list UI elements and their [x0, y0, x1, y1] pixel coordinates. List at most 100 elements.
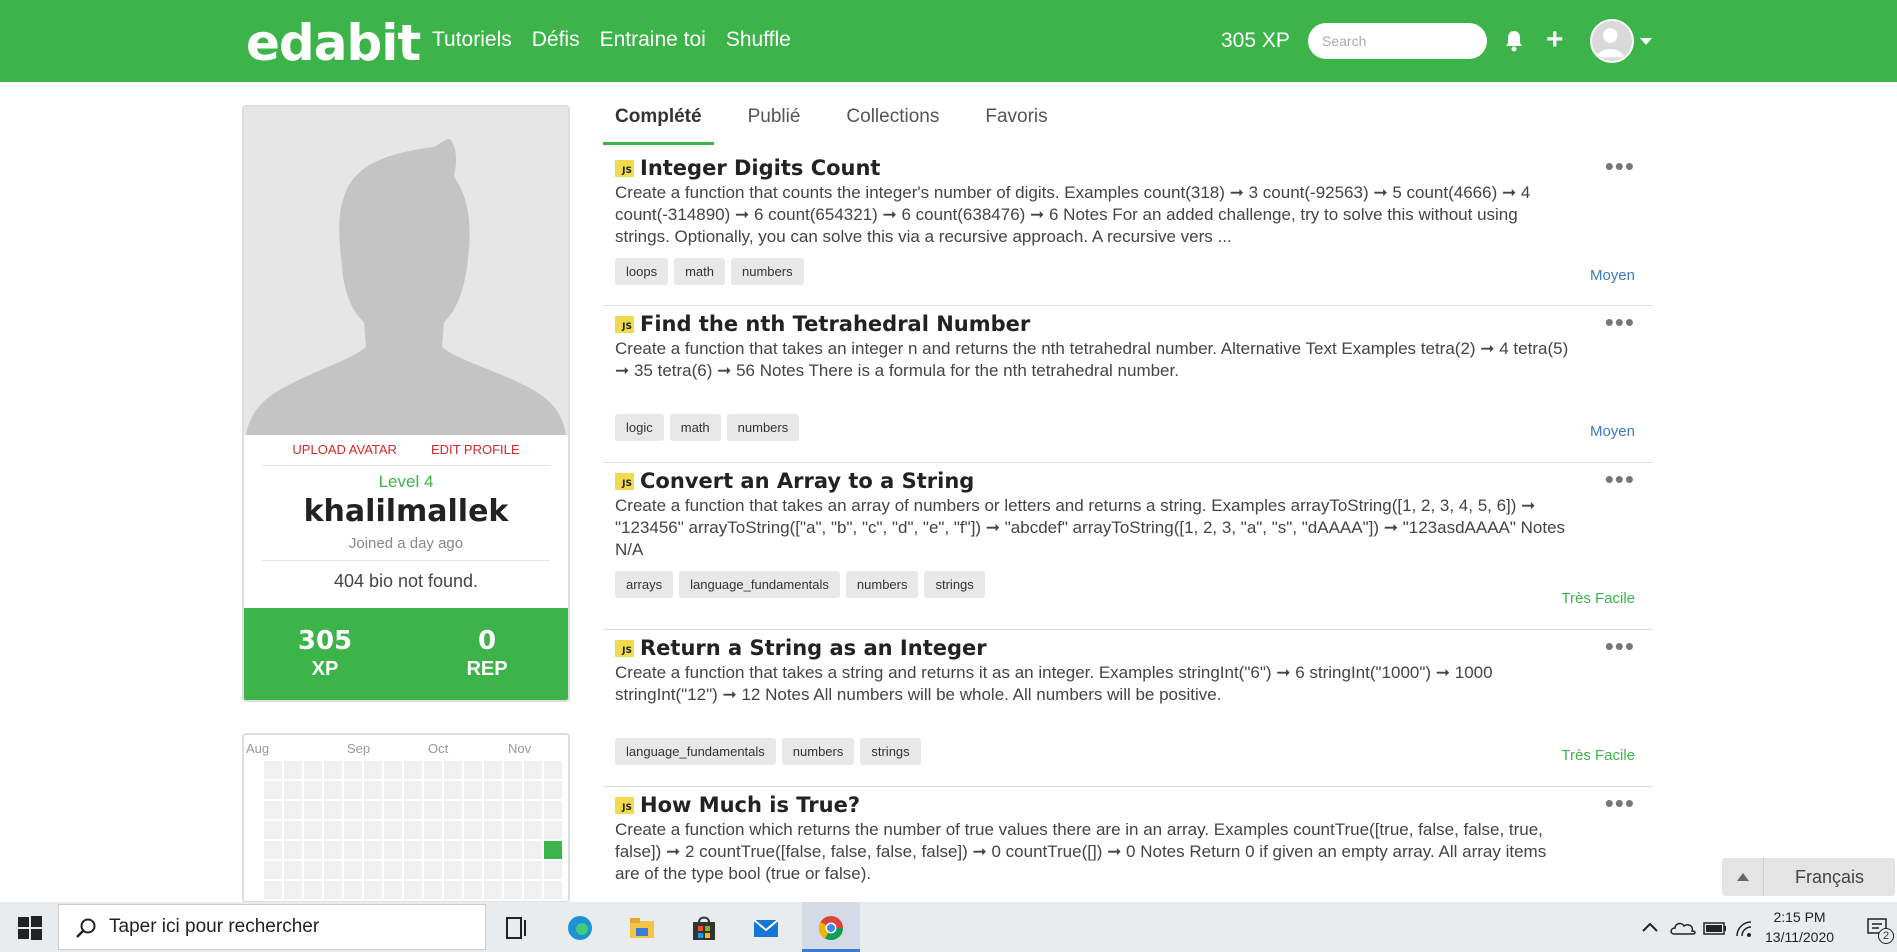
- more-options-icon[interactable]: •••: [1605, 633, 1635, 659]
- list-item[interactable]: JS Convert an Array to a String Create a…: [603, 463, 1653, 630]
- battery-icon[interactable]: [1702, 914, 1728, 942]
- calendar-day: [344, 761, 362, 779]
- username: khalilmallek: [303, 494, 509, 529]
- bell-icon[interactable]: [1504, 30, 1524, 52]
- calendar-day: [484, 821, 502, 839]
- tab-collections[interactable]: Collections: [834, 96, 951, 145]
- joined-date: Joined a day ago: [348, 535, 464, 552]
- calendar-day: [384, 781, 402, 799]
- wifi-icon[interactable]: [1734, 914, 1758, 942]
- calendar-day: [424, 881, 442, 899]
- tag[interactable]: numbers: [781, 738, 855, 765]
- calendar-day: [344, 801, 362, 819]
- calendar-day: [304, 781, 322, 799]
- brand-logo[interactable]: edabit: [246, 14, 421, 72]
- tag[interactable]: language_fundamentals: [615, 738, 776, 765]
- calendar-day: [304, 881, 322, 899]
- tab-complete[interactable]: Complété: [603, 96, 714, 145]
- more-options-icon[interactable]: •••: [1605, 309, 1635, 335]
- nav-link-shuffle[interactable]: Shuffle: [726, 28, 791, 52]
- calendar-day: [424, 761, 442, 779]
- profile-actions: UPLOAD AVATAR EDIT PROFILE: [244, 442, 568, 457]
- javascript-icon: JS: [615, 315, 634, 333]
- calendar-months: Aug Sep Oct Nov: [244, 735, 568, 757]
- calendar-day: [464, 761, 482, 779]
- tag[interactable]: numbers: [845, 571, 919, 598]
- upload-avatar-link[interactable]: UPLOAD AVATAR: [292, 442, 397, 457]
- list-item[interactable]: JS Find the nth Tetrahedral Number Creat…: [603, 306, 1653, 463]
- tag[interactable]: logic: [615, 414, 664, 441]
- language-label[interactable]: Français: [1764, 858, 1895, 896]
- list-item[interactable]: JS Integer Digits Count Create a functio…: [603, 150, 1653, 306]
- calendar-day: [544, 781, 562, 799]
- more-options-icon[interactable]: •••: [1605, 153, 1635, 179]
- list-item[interactable]: JS Return a String as an Integer Create …: [603, 630, 1653, 787]
- plus-icon[interactable]: +: [1546, 25, 1564, 55]
- calendar-day: [324, 841, 342, 859]
- tag[interactable]: math: [669, 414, 721, 441]
- calendar-day: [504, 841, 522, 859]
- nav-link-defis[interactable]: Défis: [532, 28, 580, 52]
- challenge-title[interactable]: Convert an Array to a String: [640, 469, 974, 493]
- calendar-day: [424, 801, 442, 819]
- more-options-icon[interactable]: •••: [1605, 790, 1635, 816]
- calendar-day: [404, 761, 422, 779]
- list-item[interactable]: JS How Much is True? Create a function w…: [603, 787, 1653, 897]
- calendar-day: [404, 821, 422, 839]
- onedrive-icon[interactable]: [1670, 914, 1696, 942]
- calendar-day: [344, 821, 362, 839]
- nav-link-tutoriels[interactable]: Tutoriels: [432, 28, 512, 52]
- calendar-day: [364, 801, 382, 819]
- calendar-day: [264, 801, 282, 819]
- difficulty-label: Moyen: [1589, 423, 1635, 440]
- caret-up-icon[interactable]: [1722, 858, 1764, 896]
- store-icon[interactable]: [690, 914, 718, 942]
- calendar-day: [504, 821, 522, 839]
- caret-down-icon[interactable]: [1640, 38, 1652, 45]
- task-view-icon[interactable]: [504, 914, 532, 942]
- language-selector[interactable]: Français: [1722, 858, 1895, 896]
- taskbar-search[interactable]: Taper ici pour rechercher: [58, 904, 486, 950]
- calendar-day: [444, 841, 462, 859]
- challenge-title[interactable]: Integer Digits Count: [640, 156, 880, 180]
- calendar-day: [384, 841, 402, 859]
- user-level: Level 4: [378, 472, 434, 491]
- calendar-day: [324, 861, 342, 879]
- tag[interactable]: arrays: [615, 571, 674, 598]
- tag[interactable]: numbers: [730, 258, 804, 285]
- calendar-day: [384, 801, 402, 819]
- tab-publie[interactable]: Publié: [736, 96, 813, 145]
- file-explorer-icon[interactable]: [628, 914, 656, 942]
- javascript-icon: JS: [615, 639, 634, 657]
- nav-link-entraine-toi[interactable]: Entraine toi: [600, 28, 706, 52]
- challenge-description: Create a function that takes an integer …: [615, 339, 1569, 380]
- calendar-day: [384, 821, 402, 839]
- challenge-title[interactable]: Return a String as an Integer: [640, 636, 987, 660]
- javascript-icon: JS: [615, 472, 634, 490]
- tab-favoris[interactable]: Favoris: [973, 96, 1059, 145]
- tag[interactable]: strings: [924, 571, 985, 598]
- windows-start-icon[interactable]: [16, 914, 44, 942]
- challenge-title-row: JS Convert an Array to a String: [615, 469, 1641, 493]
- system-clock[interactable]: 2:15 PM 13/11/2020: [1765, 907, 1834, 947]
- tag[interactable]: strings: [860, 738, 921, 765]
- tag[interactable]: language_fundamentals: [679, 571, 840, 598]
- chevron-up-icon[interactable]: [1640, 914, 1660, 942]
- mail-icon[interactable]: [752, 914, 780, 942]
- xp-counter: 305 XP: [1221, 29, 1290, 52]
- tag[interactable]: loops: [615, 258, 669, 285]
- tag[interactable]: numbers: [726, 414, 800, 441]
- edge-browser-icon[interactable]: [566, 914, 594, 942]
- search-input[interactable]: [1308, 23, 1487, 59]
- calendar-day: [444, 801, 462, 819]
- calendar-day: [504, 761, 522, 779]
- challenge-title[interactable]: Find the nth Tetrahedral Number: [640, 312, 1030, 336]
- challenge-title-row: JS How Much is True?: [615, 793, 1641, 817]
- tag[interactable]: math: [674, 258, 725, 285]
- chrome-browser-icon[interactable]: [817, 914, 845, 942]
- avatar[interactable]: [1590, 19, 1634, 63]
- edit-profile-link[interactable]: EDIT PROFILE: [431, 442, 520, 457]
- challenge-title[interactable]: How Much is True?: [640, 793, 860, 817]
- calendar-day: [264, 781, 282, 799]
- more-options-icon[interactable]: •••: [1605, 466, 1635, 492]
